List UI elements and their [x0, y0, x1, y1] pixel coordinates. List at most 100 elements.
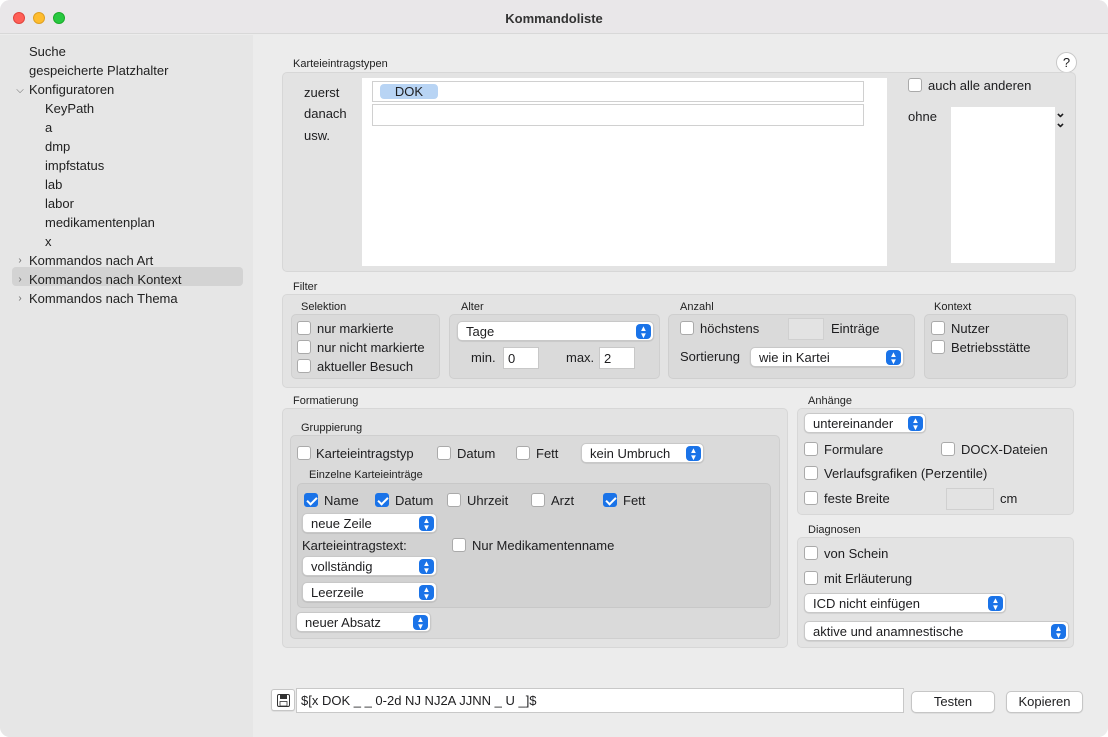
chevron-updown-icon: ▲ ▼ [908, 416, 923, 432]
from-cert-checkbox[interactable] [804, 546, 818, 560]
line-value: neue Zeile [311, 516, 372, 531]
max-input[interactable]: 2 [599, 347, 635, 369]
fixed-width-unit: cm [1000, 491, 1018, 506]
sidebar-item-labor[interactable]: labor [45, 194, 74, 213]
chevron-right-icon[interactable]: › [15, 255, 25, 266]
chevron-updown-icon: ▲ ▼ [1051, 624, 1066, 640]
single-date-checkbox[interactable] [375, 493, 389, 507]
charts-checkbox[interactable] [804, 466, 818, 480]
first-type-field[interactable] [372, 81, 864, 102]
spacing-select[interactable]: Leerzeile ▲ ▼ [302, 582, 437, 602]
chevron-updown-icon: ▲ ▼ [636, 324, 651, 340]
doctor-label: Arzt [551, 493, 575, 508]
filter-heading: Filter [293, 281, 318, 293]
time-checkbox[interactable] [447, 493, 461, 507]
max-count-input[interactable] [788, 318, 824, 340]
grouping-heading: Gruppierung [301, 422, 363, 434]
doctor-checkbox[interactable] [531, 493, 545, 507]
group-date-checkbox[interactable] [437, 446, 451, 460]
sidebar-item-impfstatus[interactable]: impfstatus [45, 156, 104, 175]
sidebar-item-kommandos-nach-thema[interactable]: Kommandos nach Thema [29, 289, 178, 308]
first-label: zuerst [304, 85, 340, 100]
group-bold-checkbox[interactable] [516, 446, 530, 460]
fixed-width-input[interactable] [946, 488, 994, 510]
max-count-checkbox[interactable] [680, 321, 694, 335]
active-diagnoses-select[interactable]: aktive und anamnestische ▲ ▼ [804, 621, 1069, 641]
sidebar-item-a[interactable]: a [45, 118, 52, 137]
docx-checkbox[interactable] [941, 442, 955, 456]
forms-checkbox[interactable] [804, 442, 818, 456]
diagnoses-heading: Diagnosen [808, 524, 861, 536]
help-button[interactable]: ? [1056, 52, 1077, 73]
group-type-checkbox[interactable] [297, 446, 311, 460]
group-bold-label: Fett [536, 446, 559, 461]
chevron-updown-icon: ▲ ▼ [686, 446, 701, 462]
sidebar-item-konfiguratoren[interactable]: Konfiguratoren [29, 80, 114, 99]
icd-select[interactable]: ICD nicht einfügen ▲ ▼ [804, 593, 1006, 613]
max-value: 2 [604, 351, 612, 366]
age-unit-select[interactable]: Tage ▲ ▼ [457, 321, 654, 341]
entry-text-label: Karteieintragstext: [302, 538, 407, 553]
double-chevron-down-icon[interactable]: ⌄ ⌄ [1055, 106, 1066, 129]
single-bold-checkbox[interactable] [603, 493, 617, 507]
entries-label: Einträge [831, 321, 880, 336]
without-label: ohne [908, 109, 937, 124]
sidebar-item-suche[interactable]: Suche [29, 42, 66, 61]
then-type-field[interactable] [372, 104, 864, 126]
all-others-label: auch alle anderen [928, 78, 1032, 93]
chevron-right-icon[interactable]: › [15, 274, 25, 285]
copy-button[interactable]: Kopieren [1006, 691, 1083, 713]
min-value: 0 [508, 351, 516, 366]
sidebar-item-x[interactable]: x [45, 232, 52, 251]
sidebar-item-gespeicherte-platzhalter[interactable]: gespeicherte Platzhalter [29, 61, 168, 80]
time-label: Uhrzeit [467, 493, 509, 508]
max-label: max. [566, 350, 595, 365]
charts-label: Verlaufsgrafiken (Perzentile) [824, 466, 988, 481]
only-marked-checkbox[interactable] [297, 321, 311, 335]
chevron-updown-icon: ▲ ▼ [419, 585, 434, 601]
type-tag[interactable]: DOK [380, 84, 438, 99]
save-command-button[interactable] [271, 689, 295, 711]
fixed-width-checkbox[interactable] [804, 491, 818, 505]
paragraph-select[interactable]: neuer Absatz ▲ ▼ [296, 612, 431, 632]
sidebar-item-lab[interactable]: lab [45, 175, 62, 194]
fixed-width-label: feste Breite [824, 491, 890, 506]
name-checkbox[interactable] [304, 493, 318, 507]
selection-heading: Selektion [301, 301, 347, 313]
only-marked-label: nur markierte [317, 321, 394, 336]
sidebar-item-medikamentenplan[interactable]: medikamentenplan [45, 213, 155, 232]
all-others-checkbox[interactable] [908, 78, 922, 92]
med-only-label: Nur Medikamentenname [472, 538, 615, 553]
chevron-down-icon[interactable]: ⌵ [15, 85, 25, 96]
site-checkbox[interactable] [931, 340, 945, 354]
paragraph-value: neuer Absatz [305, 615, 381, 630]
test-button[interactable]: Testen [911, 691, 995, 713]
without-list[interactable] [951, 107, 1055, 263]
current-visit-checkbox[interactable] [297, 359, 311, 373]
chevron-right-icon[interactable]: › [15, 293, 25, 304]
floppy-disk-icon [277, 694, 290, 707]
attachments-layout-select[interactable]: untereinander ▲ ▼ [804, 413, 926, 433]
site-label: Betriebsstätte [951, 340, 1031, 355]
sidebar-item-kommandos-nach-kontext[interactable]: Kommandos nach Kontext [29, 270, 181, 289]
med-only-checkbox[interactable] [452, 538, 466, 552]
with-expl-checkbox[interactable] [804, 571, 818, 585]
single-entries-heading: Einzelne Karteieinträge [309, 469, 423, 481]
entry-text-select[interactable]: vollständig ▲ ▼ [302, 556, 437, 576]
wrap-select[interactable]: kein Umbruch ▲ ▼ [581, 443, 704, 463]
age-heading: Alter [461, 301, 484, 313]
sidebar-item-dmp[interactable]: dmp [45, 137, 70, 156]
user-checkbox[interactable] [931, 321, 945, 335]
only-unmarked-checkbox[interactable] [297, 340, 311, 354]
wrap-value: kein Umbruch [590, 446, 671, 461]
sort-select[interactable]: wie in Kartei ▲ ▼ [750, 347, 904, 367]
min-input[interactable]: 0 [503, 347, 539, 369]
context-heading: Kontext [934, 301, 972, 313]
sidebar-item-keypath[interactable]: KeyPath [45, 99, 94, 118]
group-date-label: Datum [457, 446, 496, 461]
line-select[interactable]: neue Zeile ▲ ▼ [302, 513, 437, 533]
current-visit-label: aktueller Besuch [317, 359, 414, 374]
sidebar-item-kommandos-nach-art[interactable]: Kommandos nach Art [29, 251, 153, 270]
command-input[interactable]: $[x DOK _ _ 0-2d NJ NJ2A JJNN _ U _]$ [296, 688, 904, 713]
attachments-layout-value: untereinander [813, 416, 894, 431]
